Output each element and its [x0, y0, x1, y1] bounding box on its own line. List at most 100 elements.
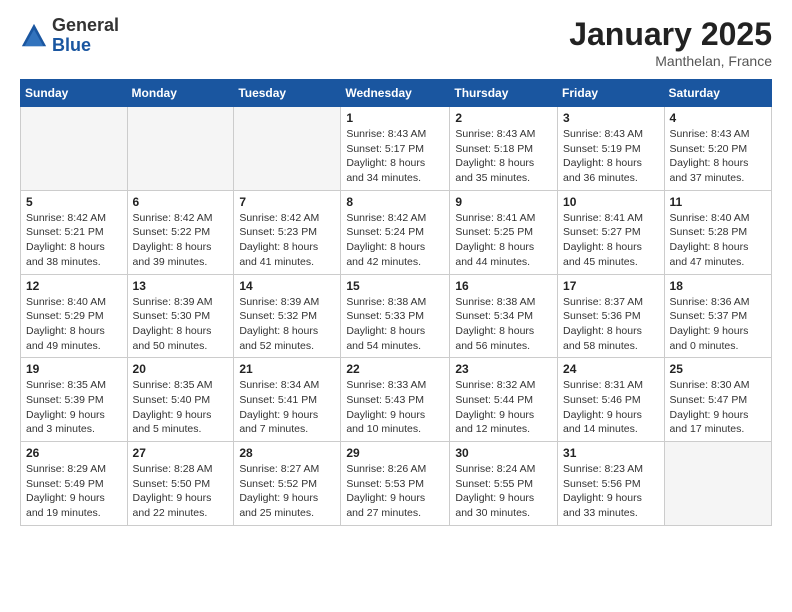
day-number: 16 — [455, 279, 552, 293]
day-number: 25 — [670, 362, 766, 376]
col-wednesday: Wednesday — [341, 80, 450, 107]
calendar-table: Sunday Monday Tuesday Wednesday Thursday… — [20, 79, 772, 526]
calendar-cell — [234, 107, 341, 191]
col-tuesday: Tuesday — [234, 80, 341, 107]
calendar-cell: 17 Sunrise: 8:37 AMSunset: 5:36 PMDayligh… — [558, 274, 665, 358]
calendar-cell: 2 Sunrise: 8:43 AMSunset: 5:18 PMDaylight… — [450, 107, 558, 191]
day-number: 18 — [670, 279, 766, 293]
day-number: 4 — [670, 111, 766, 125]
calendar-cell: 22Sunrise: 8:33 AMSunset: 5:43 PMDayligh… — [341, 358, 450, 442]
day-info: Sunrise: 8:42 AMSunset: 5:23 PMDaylight:… — [239, 211, 335, 270]
calendar-cell: 3 Sunrise: 8:43 AMSunset: 5:19 PMDaylight… — [558, 107, 665, 191]
calendar-cell: 18Sunrise: 8:36 AMSunset: 5:37 PMDayligh… — [664, 274, 771, 358]
day-info: Sunrise: 8:42 AMSunset: 5:24 PMDaylight:… — [346, 211, 444, 270]
calendar-cell: 11 Sunrise: 8:40 AMSunset: 5:28 PMDayligh… — [664, 190, 771, 274]
calendar-header: Sunday Monday Tuesday Wednesday Thursday… — [21, 80, 772, 107]
day-number: 9 — [455, 195, 552, 209]
day-number: 3 — [563, 111, 659, 125]
day-number: 27 — [133, 446, 229, 460]
calendar-cell — [664, 442, 771, 526]
logo-general: General — [52, 16, 119, 36]
logo-blue: Blue — [52, 36, 119, 56]
calendar-cell — [127, 107, 234, 191]
calendar-cell: 14 Sunrise: 8:39 AMSunset: 5:32 PMDayligh… — [234, 274, 341, 358]
day-info: Sunrise: 8:42 AMSunset: 5:22 PMDaylight:… — [133, 211, 229, 270]
day-info: Sunrise: 8:32 AMSunset: 5:44 PMDaylight:… — [455, 378, 552, 437]
week-row-2: 12Sunrise: 8:40 AMSunset: 5:29 PMDayligh… — [21, 274, 772, 358]
calendar-cell: 5Sunrise: 8:42 AMSunset: 5:21 PMDaylight… — [21, 190, 128, 274]
day-info: Sunrise: 8:43 AMSunset: 5:17 PMDaylight:… — [346, 127, 444, 186]
calendar-title: January 2025 — [569, 16, 772, 53]
calendar-cell: 16 Sunrise: 8:38 AMSunset: 5:34 PMDayligh… — [450, 274, 558, 358]
calendar-cell: 15 Sunrise: 8:38 AMSunset: 5:33 PMDayligh… — [341, 274, 450, 358]
calendar-cell: 21 Sunrise: 8:34 AMSunset: 5:41 PMDayligh… — [234, 358, 341, 442]
calendar-cell: 12Sunrise: 8:40 AMSunset: 5:29 PMDayligh… — [21, 274, 128, 358]
calendar-cell: 29 Sunrise: 8:26 AMSunset: 5:53 PMDayligh… — [341, 442, 450, 526]
col-thursday: Thursday — [450, 80, 558, 107]
day-number: 6 — [133, 195, 229, 209]
calendar-subtitle: Manthelan, France — [569, 53, 772, 69]
calendar-cell: 25 Sunrise: 8:30 AMSunset: 5:47 PMDayligh… — [664, 358, 771, 442]
calendar-cell: 7 Sunrise: 8:42 AMSunset: 5:23 PMDaylight… — [234, 190, 341, 274]
day-number: 13 — [133, 279, 229, 293]
day-number: 2 — [455, 111, 552, 125]
day-number: 28 — [239, 446, 335, 460]
day-number: 26 — [26, 446, 122, 460]
day-number: 23 — [455, 362, 552, 376]
day-info: Sunrise: 8:26 AMSunset: 5:53 PMDaylight:… — [346, 462, 444, 521]
calendar-cell: 9 Sunrise: 8:41 AMSunset: 5:25 PMDaylight… — [450, 190, 558, 274]
calendar-cell: 24 Sunrise: 8:31 AMSunset: 5:46 PMDayligh… — [558, 358, 665, 442]
day-info: Sunrise: 8:23 AMSunset: 5:56 PMDaylight:… — [563, 462, 659, 521]
calendar-cell: 4 Sunrise: 8:43 AMSunset: 5:20 PMDaylight… — [664, 107, 771, 191]
day-info: Sunrise: 8:38 AMSunset: 5:34 PMDaylight:… — [455, 295, 552, 354]
day-number: 7 — [239, 195, 335, 209]
day-info: Sunrise: 8:28 AMSunset: 5:50 PMDaylight:… — [133, 462, 229, 521]
col-saturday: Saturday — [664, 80, 771, 107]
day-info: Sunrise: 8:40 AMSunset: 5:28 PMDaylight:… — [670, 211, 766, 270]
day-info: Sunrise: 8:31 AMSunset: 5:46 PMDaylight:… — [563, 378, 659, 437]
calendar-cell: 28 Sunrise: 8:27 AMSunset: 5:52 PMDayligh… — [234, 442, 341, 526]
logo: General Blue — [20, 16, 119, 56]
week-row-0: 1 Sunrise: 8:43 AMSunset: 5:17 PMDaylight… — [21, 107, 772, 191]
week-row-4: 26 Sunrise: 8:29 AMSunset: 5:49 PMDayligh… — [21, 442, 772, 526]
calendar-cell: 20Sunrise: 8:35 AMSunset: 5:40 PMDayligh… — [127, 358, 234, 442]
day-info: Sunrise: 8:43 AMSunset: 5:18 PMDaylight:… — [455, 127, 552, 186]
day-info: Sunrise: 8:39 AMSunset: 5:32 PMDaylight:… — [239, 295, 335, 354]
day-number: 31 — [563, 446, 659, 460]
day-number: 19 — [26, 362, 122, 376]
calendar-cell: 23 Sunrise: 8:32 AMSunset: 5:44 PMDayligh… — [450, 358, 558, 442]
day-number: 10 — [563, 195, 659, 209]
day-info: Sunrise: 8:34 AMSunset: 5:41 PMDaylight:… — [239, 378, 335, 437]
day-number: 20 — [133, 362, 229, 376]
day-number: 1 — [346, 111, 444, 125]
calendar-cell: 31 Sunrise: 8:23 AMSunset: 5:56 PMDayligh… — [558, 442, 665, 526]
day-number: 17 — [563, 279, 659, 293]
day-info: Sunrise: 8:41 AMSunset: 5:25 PMDaylight:… — [455, 211, 552, 270]
day-number: 15 — [346, 279, 444, 293]
day-info: Sunrise: 8:42 AMSunset: 5:21 PMDaylight:… — [26, 211, 122, 270]
calendar-cell: 10Sunrise: 8:41 AMSunset: 5:27 PMDayligh… — [558, 190, 665, 274]
day-info: Sunrise: 8:43 AMSunset: 5:19 PMDaylight:… — [563, 127, 659, 186]
day-info: Sunrise: 8:24 AMSunset: 5:55 PMDaylight:… — [455, 462, 552, 521]
day-info: Sunrise: 8:30 AMSunset: 5:47 PMDaylight:… — [670, 378, 766, 437]
col-sunday: Sunday — [21, 80, 128, 107]
day-number: 14 — [239, 279, 335, 293]
day-number: 30 — [455, 446, 552, 460]
day-info: Sunrise: 8:38 AMSunset: 5:33 PMDaylight:… — [346, 295, 444, 354]
day-info: Sunrise: 8:39 AMSunset: 5:30 PMDaylight:… — [133, 295, 229, 354]
day-info: Sunrise: 8:35 AMSunset: 5:39 PMDaylight:… — [26, 378, 122, 437]
day-number: 24 — [563, 362, 659, 376]
day-number: 21 — [239, 362, 335, 376]
calendar-cell: 1 Sunrise: 8:43 AMSunset: 5:17 PMDaylight… — [341, 107, 450, 191]
day-info: Sunrise: 8:27 AMSunset: 5:52 PMDaylight:… — [239, 462, 335, 521]
day-info: Sunrise: 8:43 AMSunset: 5:20 PMDaylight:… — [670, 127, 766, 186]
day-info: Sunrise: 8:29 AMSunset: 5:49 PMDaylight:… — [26, 462, 122, 521]
day-number: 11 — [670, 195, 766, 209]
calendar-cell: 27 Sunrise: 8:28 AMSunset: 5:50 PMDayligh… — [127, 442, 234, 526]
calendar-cell: 13 Sunrise: 8:39 AMSunset: 5:30 PMDayligh… — [127, 274, 234, 358]
calendar-cell: 26 Sunrise: 8:29 AMSunset: 5:49 PMDayligh… — [21, 442, 128, 526]
day-info: Sunrise: 8:40 AMSunset: 5:29 PMDaylight:… — [26, 295, 122, 354]
day-info: Sunrise: 8:37 AMSunset: 5:36 PMDaylight:… — [563, 295, 659, 354]
col-friday: Friday — [558, 80, 665, 107]
day-number: 29 — [346, 446, 444, 460]
